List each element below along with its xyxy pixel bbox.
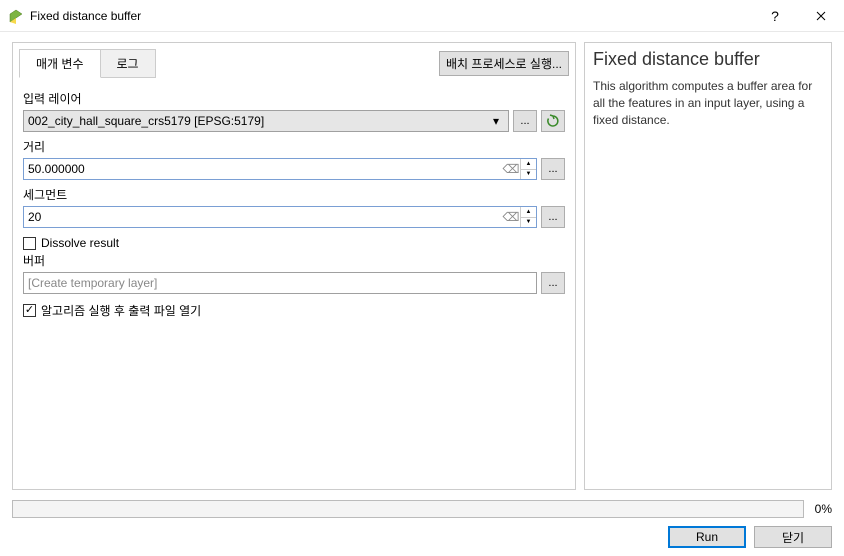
button-row: Run 닫기 <box>12 526 832 548</box>
titlebar: Fixed distance buffer ? <box>0 0 844 32</box>
buffer-output-input[interactable]: [Create temporary layer] <box>23 272 537 294</box>
tab-parameters[interactable]: 매개 변수 <box>19 49 101 78</box>
dialog-body: 매개 변수 로그 배치 프로세스로 실행... 입력 레이어 002_city_… <box>0 32 844 556</box>
distance-input[interactable] <box>24 159 502 179</box>
distance-spinner[interactable]: ⌫ ▲ ▼ <box>23 158 537 180</box>
batch-process-button[interactable]: 배치 프로세스로 실행... <box>439 51 569 76</box>
chevron-down-icon: ▾ <box>488 114 504 128</box>
dissolve-label: Dissolve result <box>41 236 119 250</box>
input-layer-browse-button[interactable]: ... <box>513 110 537 132</box>
distance-label: 거리 <box>23 138 565 155</box>
help-button[interactable]: ? <box>752 0 798 32</box>
progress-bar <box>12 500 804 518</box>
segments-label: 세그먼트 <box>23 186 565 203</box>
progress-percent: 0% <box>812 502 832 516</box>
open-output-checkbox[interactable] <box>23 304 36 317</box>
input-layer-refresh-button[interactable] <box>541 110 565 132</box>
run-button[interactable]: Run <box>668 526 746 548</box>
window-title: Fixed distance buffer <box>30 9 752 23</box>
form-area: 입력 레이어 002_city_hall_square_crs5179 [EPS… <box>13 78 575 489</box>
distance-down-icon[interactable]: ▼ <box>521 170 536 180</box>
app-icon <box>8 8 24 24</box>
buffer-placeholder: [Create temporary layer] <box>28 276 157 290</box>
distance-clear-icon[interactable]: ⌫ <box>502 159 520 179</box>
dissolve-checkbox-row[interactable]: Dissolve result <box>23 236 565 250</box>
segments-input[interactable] <box>24 207 502 227</box>
help-panel: Fixed distance buffer This algorithm com… <box>584 42 832 490</box>
buffer-label: 버퍼 <box>23 252 565 269</box>
dissolve-checkbox[interactable] <box>23 237 36 250</box>
tab-log[interactable]: 로그 <box>101 49 156 78</box>
progress-row: 0% <box>12 500 832 518</box>
segments-spinner[interactable]: ⌫ ▲ ▼ <box>23 206 537 228</box>
segments-up-icon[interactable]: ▲ <box>521 207 536 218</box>
input-layer-combo[interactable]: 002_city_hall_square_crs5179 [EPSG:5179]… <box>23 110 509 132</box>
open-output-label: 알고리즘 실행 후 출력 파일 열기 <box>41 302 201 319</box>
segments-options-button[interactable]: ... <box>541 206 565 228</box>
help-title: Fixed distance buffer <box>593 49 823 70</box>
help-description: This algorithm computes a buffer area fo… <box>593 78 823 128</box>
distance-options-button[interactable]: ... <box>541 158 565 180</box>
open-output-checkbox-row[interactable]: 알고리즘 실행 후 출력 파일 열기 <box>23 302 565 319</box>
segments-down-icon[interactable]: ▼ <box>521 218 536 228</box>
input-layer-value: 002_city_hall_square_crs5179 [EPSG:5179] <box>28 114 488 128</box>
close-button[interactable] <box>798 0 844 32</box>
buffer-browse-button[interactable]: ... <box>541 272 565 294</box>
left-panel: 매개 변수 로그 배치 프로세스로 실행... 입력 레이어 002_city_… <box>12 42 576 490</box>
tabs: 매개 변수 로그 <box>19 49 156 78</box>
segments-clear-icon[interactable]: ⌫ <box>502 207 520 227</box>
close-dialog-button[interactable]: 닫기 <box>754 526 832 548</box>
distance-up-icon[interactable]: ▲ <box>521 159 536 170</box>
input-layer-label: 입력 레이어 <box>23 90 565 107</box>
